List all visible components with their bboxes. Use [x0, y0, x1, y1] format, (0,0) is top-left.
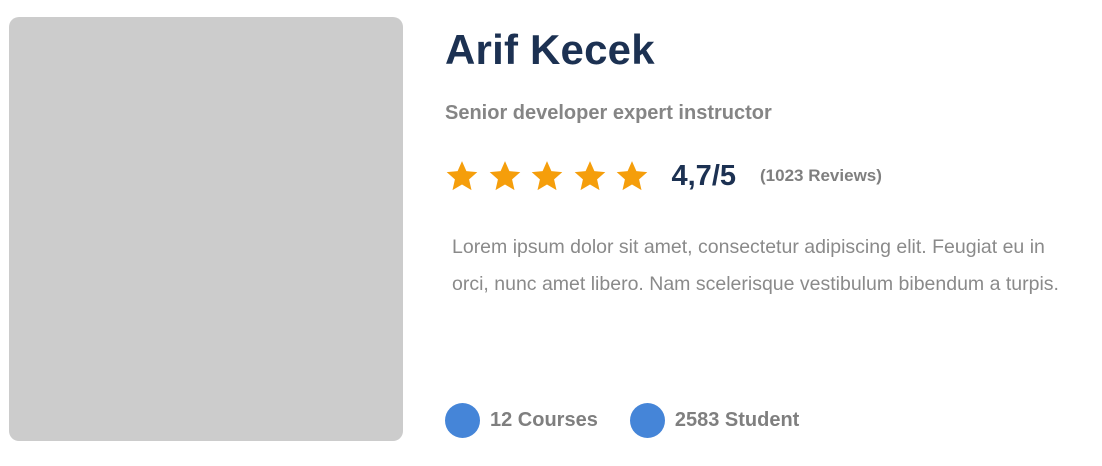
instructor-description: Lorem ipsum dolor sit amet, consectetur …	[452, 236, 1059, 295]
star-icon	[530, 159, 564, 193]
instructor-name: Arif Kecek	[445, 26, 655, 73]
rating-stars	[445, 159, 658, 193]
star-icon	[615, 159, 649, 193]
instructor-stats: 12 Courses 2583 Student	[445, 402, 831, 438]
instructor-info: Arif Kecek Senior developer expert instr…	[445, 0, 1085, 466]
instructor-card: Arif Kecek Senior developer expert instr…	[0, 0, 1102, 466]
stat-students: 2583 Student	[629, 402, 800, 438]
student-icon	[629, 402, 665, 438]
star-icon	[573, 159, 607, 193]
review-count: (1023 Reviews)	[760, 166, 882, 185]
instructor-photo-placeholder	[9, 17, 403, 441]
rating-row: 4,7/5 (1023 Reviews)	[445, 156, 882, 196]
rating-score: 4,7/5	[671, 160, 737, 192]
stat-students-label: 2583 Student	[674, 409, 800, 431]
instructor-title: Senior developer expert instructor	[445, 102, 772, 124]
course-icon	[445, 402, 480, 438]
star-icon	[488, 159, 522, 193]
stat-courses-label: 12 Courses	[490, 409, 598, 431]
stat-courses: 12 Courses	[445, 402, 598, 438]
star-icon	[445, 159, 479, 193]
